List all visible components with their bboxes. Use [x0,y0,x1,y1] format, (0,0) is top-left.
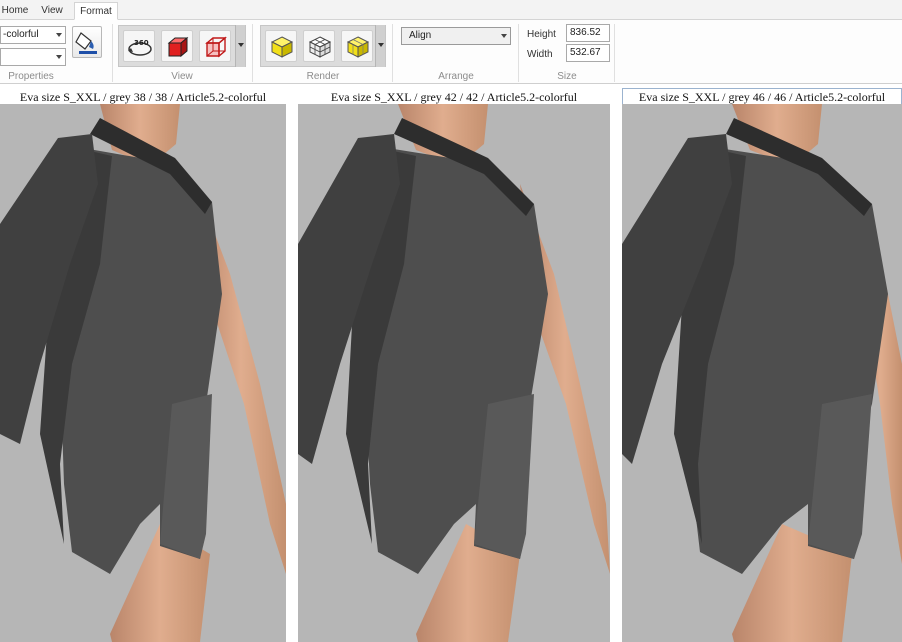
red-cube-icon [167,36,189,58]
group-separator [614,24,615,82]
chevron-down-icon [501,34,507,38]
chevron-down-icon [378,43,384,47]
height-label: Height [527,29,556,40]
group-separator [112,24,113,82]
viewport-3[interactable] [622,104,902,642]
fill-color-button[interactable] [72,26,102,58]
chevron-down-icon [56,55,62,59]
arrange-group-title: Arrange [438,71,474,82]
tab-home[interactable]: Home [0,2,30,20]
render-toolbar [260,25,386,67]
viewport-area: Eva size S_XXL / grey 38 / 38 / Article5… [0,86,902,642]
rotate-360-icon: 360 [128,39,152,56]
viewport-2[interactable] [298,104,610,642]
properties-group-title: Properties [8,71,54,82]
viewport-2-title: Eva size S_XXL / grey 42 / 42 / Article5… [330,90,578,104]
yellow-mesh-cube-icon [346,36,370,58]
render-more-dropdown[interactable] [375,25,385,67]
solid-view-button[interactable] [161,30,193,62]
tab-format[interactable]: Format [74,2,118,20]
red-wireframe-cube-icon [205,36,227,58]
width-field[interactable]: 532.67 [566,44,610,62]
render-group-title: Render [306,71,340,82]
variant-combo[interactable] [0,48,66,66]
render-solid-button[interactable] [265,30,297,62]
width-label: Width [527,49,553,60]
size-group-title: Size [557,71,577,82]
align-combo[interactable]: Align [401,27,511,45]
view-toolbar: 360 [118,25,246,67]
align-combo-value: Align [409,30,432,41]
group-separator [518,24,519,82]
article-combo[interactable]: -colorful [0,26,66,44]
render-textured-button[interactable] [341,30,373,62]
wireframe-cube-icon [308,36,332,58]
rotate-360-button[interactable]: 360 [123,30,155,62]
group-separator [252,24,253,82]
avatar-render-2 [298,104,610,642]
view-more-dropdown[interactable] [235,25,245,67]
ribbon-panel: -colorful Properties 360 View Render Ali… [0,20,902,84]
paint-bucket-icon [75,32,97,54]
article-combo-value: -colorful [3,29,39,40]
yellow-cube-icon [270,36,294,58]
viewport-3-title: Eva size S_XXL / grey 46 / 46 / Article5… [638,90,886,104]
avatar-render-1 [0,104,286,642]
chevron-down-icon [238,43,244,47]
group-separator [392,24,393,82]
height-field[interactable]: 836.52 [566,24,610,42]
viewport-1-title: Eva size S_XXL / grey 38 / 38 / Article5… [19,90,267,104]
tab-view[interactable]: View [36,2,68,20]
viewport-1[interactable] [0,104,286,642]
view-group-title: View [171,71,193,82]
chevron-down-icon [56,33,62,37]
svg-text:360: 360 [134,39,149,47]
render-mesh-button[interactable] [303,30,335,62]
ribbon-tab-bar: Home View Format [0,0,902,20]
avatar-render-3 [622,104,902,642]
wireframe-view-button[interactable] [199,30,231,62]
